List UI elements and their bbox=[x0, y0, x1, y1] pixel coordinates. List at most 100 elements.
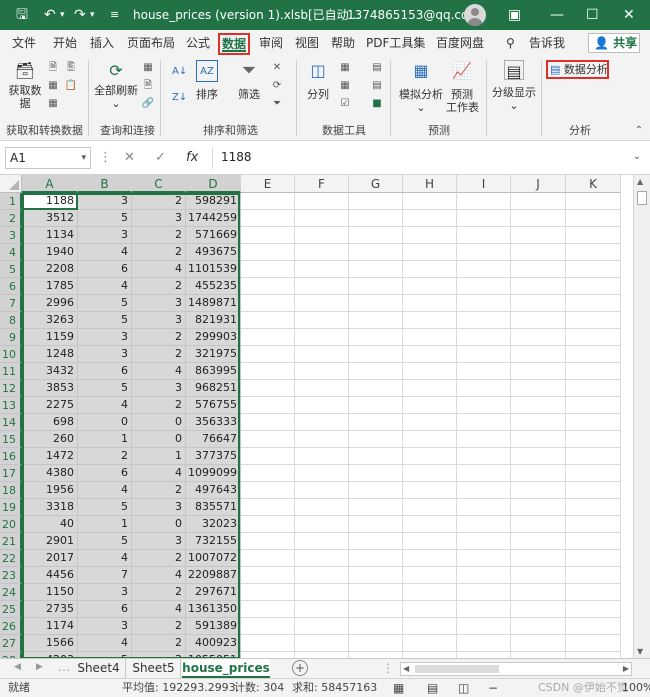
row-header[interactable]: 23 bbox=[0, 567, 22, 584]
table-cell[interactable] bbox=[241, 499, 295, 516]
tab-home[interactable]: 开始 bbox=[53, 34, 77, 54]
table-cell[interactable] bbox=[295, 431, 349, 448]
table-cell[interactable] bbox=[403, 414, 457, 431]
table-cell[interactable]: 4 bbox=[132, 567, 186, 584]
table-cell[interactable] bbox=[566, 584, 621, 601]
table-cell[interactable]: 5 bbox=[78, 533, 132, 550]
table-cell[interactable] bbox=[566, 516, 621, 533]
table-cell[interactable] bbox=[349, 516, 403, 533]
table-cell[interactable]: 4 bbox=[78, 550, 132, 567]
redo-icon[interactable]: ↷ bbox=[74, 7, 86, 23]
table-cell[interactable] bbox=[295, 329, 349, 346]
column-header-c[interactable]: C bbox=[132, 175, 186, 193]
vertical-scrollbar[interactable]: ▲ ▼ bbox=[633, 175, 650, 658]
sheet-tab-sheet4[interactable]: Sheet4 bbox=[72, 659, 126, 678]
table-cell[interactable] bbox=[349, 363, 403, 380]
table-cell[interactable] bbox=[295, 363, 349, 380]
table-cell[interactable] bbox=[403, 533, 457, 550]
table-cell[interactable] bbox=[566, 295, 621, 312]
table-cell[interactable] bbox=[295, 414, 349, 431]
table-cell[interactable] bbox=[457, 346, 511, 363]
manage-data-model-icon[interactable]: ■ bbox=[370, 98, 384, 110]
table-cell[interactable]: 5 bbox=[78, 499, 132, 516]
table-cell[interactable] bbox=[403, 380, 457, 397]
table-cell[interactable] bbox=[241, 465, 295, 482]
row-header[interactable]: 17 bbox=[0, 465, 22, 482]
table-cell[interactable]: 0 bbox=[132, 431, 186, 448]
table-cell[interactable] bbox=[566, 380, 621, 397]
scroll-right-icon[interactable]: ▶ bbox=[623, 663, 629, 675]
table-cell[interactable] bbox=[457, 244, 511, 261]
next-sheet-icon[interactable]: ▶ bbox=[36, 662, 43, 672]
queries-connections-icon[interactable]: ▦ bbox=[141, 62, 155, 74]
table-cell[interactable] bbox=[295, 380, 349, 397]
scroll-up-icon[interactable]: ▲ bbox=[637, 177, 643, 186]
formula-input[interactable]: 1188 ⌄ bbox=[212, 147, 645, 169]
table-cell[interactable] bbox=[511, 499, 566, 516]
table-cell[interactable]: 3432 bbox=[22, 363, 78, 380]
table-cell[interactable] bbox=[295, 499, 349, 516]
table-cell[interactable]: 377375 bbox=[186, 448, 241, 465]
table-cell[interactable] bbox=[511, 380, 566, 397]
table-cell[interactable]: 1361350 bbox=[186, 601, 241, 618]
scroll-down-icon[interactable]: ▼ bbox=[637, 647, 643, 656]
table-cell[interactable]: 3512 bbox=[22, 210, 78, 227]
table-cell[interactable]: 321975 bbox=[186, 346, 241, 363]
table-cell[interactable] bbox=[349, 618, 403, 635]
table-cell[interactable] bbox=[566, 312, 621, 329]
get-data-button[interactable]: 🗃 获取数 据 bbox=[6, 60, 44, 110]
table-cell[interactable]: 297671 bbox=[186, 584, 241, 601]
table-cell[interactable] bbox=[457, 567, 511, 584]
table-cell[interactable] bbox=[457, 227, 511, 244]
table-cell[interactable]: 3853 bbox=[22, 380, 78, 397]
row-header[interactable]: 7 bbox=[0, 295, 22, 312]
table-cell[interactable] bbox=[566, 448, 621, 465]
table-cell[interactable] bbox=[349, 431, 403, 448]
table-cell[interactable]: 1007072 bbox=[186, 550, 241, 567]
table-cell[interactable]: 7 bbox=[78, 567, 132, 584]
table-cell[interactable]: 3 bbox=[132, 533, 186, 550]
table-cell[interactable] bbox=[295, 227, 349, 244]
table-cell[interactable] bbox=[403, 295, 457, 312]
zoom-out-icon[interactable]: − bbox=[488, 679, 498, 697]
table-cell[interactable] bbox=[566, 567, 621, 584]
row-header[interactable]: 4 bbox=[0, 244, 22, 261]
table-cell[interactable] bbox=[349, 584, 403, 601]
table-cell[interactable]: 1248 bbox=[22, 346, 78, 363]
table-cell[interactable] bbox=[403, 567, 457, 584]
tab-insert[interactable]: 插入 bbox=[90, 34, 114, 54]
sheet-tab-house-prices[interactable]: house_prices bbox=[182, 659, 270, 678]
column-header-j[interactable]: J bbox=[511, 175, 566, 193]
table-cell[interactable] bbox=[457, 210, 511, 227]
tell-me[interactable]: 告诉我 bbox=[529, 34, 565, 54]
consolidate-icon[interactable]: ▤ bbox=[370, 62, 384, 74]
table-cell[interactable] bbox=[457, 295, 511, 312]
table-cell[interactable]: 3 bbox=[78, 227, 132, 244]
table-cell[interactable]: 571669 bbox=[186, 227, 241, 244]
table-cell[interactable]: 2 bbox=[132, 584, 186, 601]
tab-baidu-netdisk[interactable]: 百度网盘 bbox=[436, 34, 484, 54]
data-analysis-button[interactable]: ▤ 数据分析 bbox=[546, 60, 609, 79]
table-cell[interactable]: 3 bbox=[78, 346, 132, 363]
table-cell[interactable] bbox=[349, 227, 403, 244]
what-if-analysis-button[interactable]: ▦ 模拟分析 ⌄ bbox=[398, 60, 444, 114]
table-cell[interactable] bbox=[457, 550, 511, 567]
table-cell[interactable] bbox=[457, 448, 511, 465]
table-cell[interactable] bbox=[295, 465, 349, 482]
table-cell[interactable] bbox=[566, 193, 621, 210]
table-cell[interactable]: 5 bbox=[78, 312, 132, 329]
table-cell[interactable] bbox=[349, 397, 403, 414]
table-cell[interactable] bbox=[403, 346, 457, 363]
table-cell[interactable]: 2 bbox=[132, 278, 186, 295]
table-cell[interactable] bbox=[511, 550, 566, 567]
scroll-left-icon[interactable]: ◀ bbox=[403, 663, 409, 675]
table-cell[interactable] bbox=[566, 601, 621, 618]
table-cell[interactable]: 698 bbox=[22, 414, 78, 431]
table-cell[interactable]: 1744259 bbox=[186, 210, 241, 227]
table-cell[interactable] bbox=[566, 431, 621, 448]
table-cell[interactable] bbox=[241, 601, 295, 618]
table-cell[interactable] bbox=[403, 193, 457, 210]
row-header[interactable]: 14 bbox=[0, 414, 22, 431]
table-cell[interactable] bbox=[295, 584, 349, 601]
collapse-ribbon-icon[interactable]: ⌃ bbox=[632, 125, 646, 137]
